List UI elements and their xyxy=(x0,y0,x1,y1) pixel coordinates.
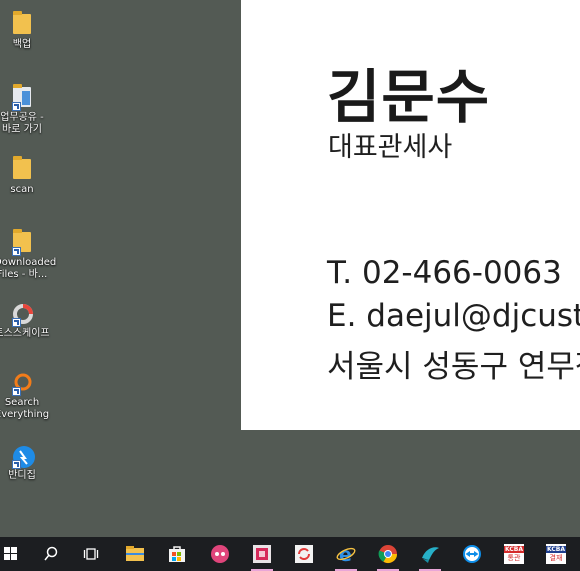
taskbar-microsoft-store[interactable] xyxy=(160,537,194,571)
desktop-icon-bandizip[interactable]: 반디집 xyxy=(0,445,50,482)
bird-app-icon xyxy=(422,547,439,563)
desktop-icon-label: Downloaded Files - 바... xyxy=(0,257,57,280)
shared-folder-shortcut-icon xyxy=(11,84,33,111)
search-button[interactable] xyxy=(34,537,68,571)
desktop-icon-scan[interactable]: scan xyxy=(0,156,50,196)
desktop-icon-backup[interactable]: 백업 xyxy=(0,11,50,51)
start-icon xyxy=(4,547,17,560)
chat-bot-icon xyxy=(211,545,229,563)
taskbar-internet-explorer[interactable]: e xyxy=(329,537,363,571)
desktop-icon-label: 백업 xyxy=(12,39,32,50)
red-app-icon xyxy=(253,545,271,563)
kcba-label: KCBA xyxy=(504,546,524,553)
taskbar-chat-bot[interactable] xyxy=(203,537,237,571)
kcba-app-icon-2: KCBA 결재 xyxy=(546,544,566,564)
business-card-window: 김문수 대표관세사 T. 02-466-0063 E. daejul@djcus… xyxy=(241,0,580,430)
kcba-label: KCBA xyxy=(546,546,566,553)
tosscape-icon xyxy=(11,303,33,327)
folder-icon xyxy=(11,156,33,181)
kcba-sub-label: 통관 xyxy=(507,554,521,562)
taskbar: e KCBA 통관 KCBA 결재 xyxy=(0,537,580,571)
internet-explorer-icon: e xyxy=(336,544,356,564)
taskbar-file-explorer[interactable] xyxy=(118,537,152,571)
desktop-icon-label: 반디집 xyxy=(8,470,36,481)
microsoft-store-icon xyxy=(169,546,185,562)
kcba-sub-label: 결재 xyxy=(549,554,563,562)
desktop-icon-shared-work[interactable]: 업무공유 - 바로 가기 xyxy=(0,84,50,136)
task-view-icon xyxy=(83,548,99,560)
search-everything-icon xyxy=(11,372,33,396)
desktop-icon-label: 업무공유 - 바로 가기 xyxy=(0,112,44,135)
task-view-button[interactable] xyxy=(74,537,108,571)
teamviewer-icon xyxy=(463,545,481,563)
desktop: 백업 업무공유 - 바로 가기 scan Downloaded Files - … xyxy=(0,0,580,537)
card-phone: T. 02-466-0063 xyxy=(327,255,562,291)
sync-app-icon xyxy=(295,545,313,563)
start-button[interactable] xyxy=(0,537,28,571)
chrome-icon xyxy=(378,545,397,564)
taskbar-teamviewer[interactable] xyxy=(455,537,489,571)
taskbar-chrome[interactable] xyxy=(371,537,405,571)
folder-icon xyxy=(11,11,33,36)
desktop-icon-downloaded-files[interactable]: Downloaded Files - 바... xyxy=(0,229,57,281)
desktop-icon-label: scan xyxy=(10,184,34,195)
search-icon xyxy=(44,546,58,561)
taskbar-red-app[interactable] xyxy=(245,537,279,571)
taskbar-kcba-2[interactable]: KCBA 결재 xyxy=(539,537,573,571)
svg-text:e: e xyxy=(339,544,352,564)
taskbar-kcba-1[interactable]: KCBA 통관 xyxy=(497,537,531,571)
card-address: 서울시 성동구 연무장 xyxy=(327,349,580,385)
folder-shortcut-icon xyxy=(11,229,33,256)
bandizip-icon xyxy=(11,445,35,469)
taskbar-bird-app[interactable] xyxy=(413,537,447,571)
taskbar-sync-app[interactable] xyxy=(287,537,321,571)
kcba-app-icon-1: KCBA 통관 xyxy=(504,544,524,564)
desktop-icon-label: Search Everything xyxy=(0,397,50,420)
card-email: E. daejul@djcust xyxy=(327,298,580,334)
desktop-icon-tosscape[interactable]: 토스스케이프 xyxy=(0,303,50,340)
file-explorer-icon xyxy=(126,546,144,561)
card-title: 대표관세사 xyxy=(328,132,453,163)
desktop-icon-label: 토스스케이프 xyxy=(0,328,50,339)
card-name: 김문수 xyxy=(327,63,491,131)
desktop-icon-search-everything[interactable]: Search Everything xyxy=(0,372,50,421)
